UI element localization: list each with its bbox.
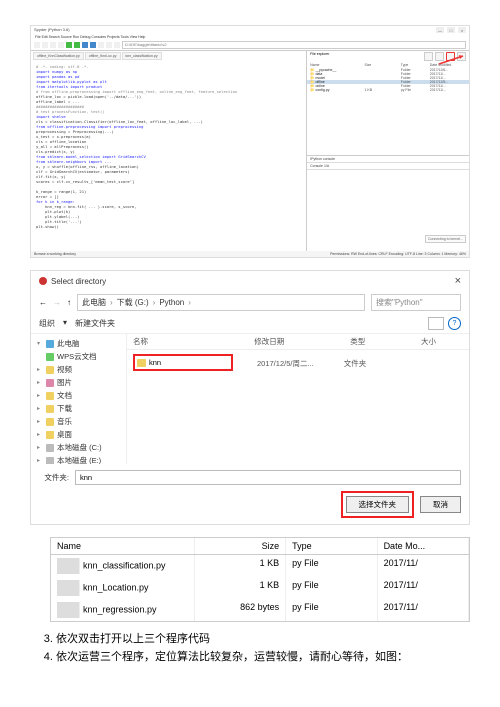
folder-input[interactable]: knn: [75, 470, 461, 485]
breadcrumb[interactable]: 此电脑› 下载 (G:)› Python›: [77, 294, 365, 311]
close-icon[interactable]: ×: [455, 275, 461, 287]
view-mode-icon[interactable]: [428, 317, 444, 330]
step-4: 依次运营三个程序，定位算法比较复杂，运营较慢，请耐心等待，如图：: [56, 648, 470, 664]
list-item[interactable]: knn: [137, 358, 229, 367]
sidebar-item[interactable]: ▸图片: [31, 376, 126, 389]
ipython-console: IPython console Console 1/A Connecting t…: [307, 156, 469, 251]
editor-tab: offline_KnnClassification.py: [33, 52, 84, 60]
table-row: knn_Location.py1 KBpy File2017/11/: [51, 577, 469, 599]
organize-button[interactable]: 组织: [39, 318, 55, 329]
folder-icon: [137, 359, 146, 367]
working-dir: D:\IDE\kaggle\titanic\v2: [122, 41, 466, 49]
sidebar-item[interactable]: ▸下载: [31, 402, 126, 415]
step-3: 依次双击打开以上三个程序代码: [56, 630, 470, 646]
file-explorer: File explorer NameSizeTypeDate Modified …: [307, 51, 469, 156]
minimize-icon: —: [436, 27, 444, 33]
app-title: Spyder (Python 3.6): [34, 27, 70, 33]
spyder-screenshot: Spyder (Python 3.6) — □ × File Edit Sear…: [30, 25, 470, 258]
sidebar-item[interactable]: ▸文档: [31, 389, 126, 402]
nav-fwd-icon[interactable]: →: [53, 298, 61, 307]
highlighted-folder: knn: [133, 354, 233, 371]
highlighted-ok: 选择文件夹: [341, 491, 415, 518]
cancel-button[interactable]: 取消: [420, 496, 461, 513]
fe-back-icon: [424, 52, 433, 61]
table-row: knn_classification.py1 KBpy File2017/11/: [51, 555, 469, 577]
app-icon: [39, 277, 47, 285]
status-left: Browse a working directory: [34, 252, 76, 256]
toolbar: D:\IDE\kaggle\titanic\v2: [31, 40, 469, 51]
instruction-list: 依次双击打开以上三个程序代码 依次运营三个程序，定位算法比较复杂，运营较慢，请耐…: [38, 630, 470, 664]
table-row: knn_regression.py862 bytespy File2017/11…: [51, 599, 469, 621]
search-input[interactable]: 搜索"Python": [371, 294, 461, 311]
sidebar: ▾此电脑WPS云文档▸视频▸图片▸文档▸下载▸音乐▸桌面▸本地磁盘 (C:)▸本…: [31, 334, 127, 464]
sidebar-item[interactable]: ▸音乐: [31, 415, 126, 428]
select-directory-dialog: Select directory × ← → ↑ 此电脑› 下载 (G:)› P…: [30, 270, 470, 525]
sidebar-item[interactable]: WPS云文档: [31, 350, 126, 363]
sidebar-item[interactable]: ▸本地磁盘 (C:): [31, 441, 126, 454]
folder-label: 文件夹:: [39, 472, 69, 483]
select-folder-button[interactable]: 选择文件夹: [346, 496, 410, 513]
status-right: Permissions: RW End-of-lines: CRLF Encod…: [330, 252, 466, 256]
sidebar-item[interactable]: ▾此电脑: [31, 337, 126, 350]
panel-title: File explorer: [310, 52, 329, 61]
nav-back-icon[interactable]: ←: [39, 298, 47, 307]
help-icon[interactable]: ?: [448, 317, 461, 330]
editor-tab: knn_classification.py: [122, 52, 162, 60]
new-folder-button[interactable]: 新建文件夹: [75, 318, 115, 329]
sidebar-item[interactable]: ▸视频: [31, 363, 126, 376]
editor-tab: offline_KnnLoc.py: [85, 52, 121, 60]
maximize-icon: □: [447, 27, 455, 33]
nav-up-icon[interactable]: ↑: [67, 298, 71, 307]
python-files-table: NameSizeTypeDate Mo... knn_classificatio…: [50, 537, 470, 622]
code-editor: offline_KnnClassification.py offline_Knn…: [31, 51, 307, 251]
kernel-status: Connecting to kernel...: [425, 235, 466, 243]
sidebar-item[interactable]: ▸本地磁盘 (E:): [31, 454, 126, 464]
close-icon: ×: [458, 27, 466, 33]
sidebar-item[interactable]: ▸桌面: [31, 428, 126, 441]
dialog-title: Select directory: [51, 277, 106, 286]
